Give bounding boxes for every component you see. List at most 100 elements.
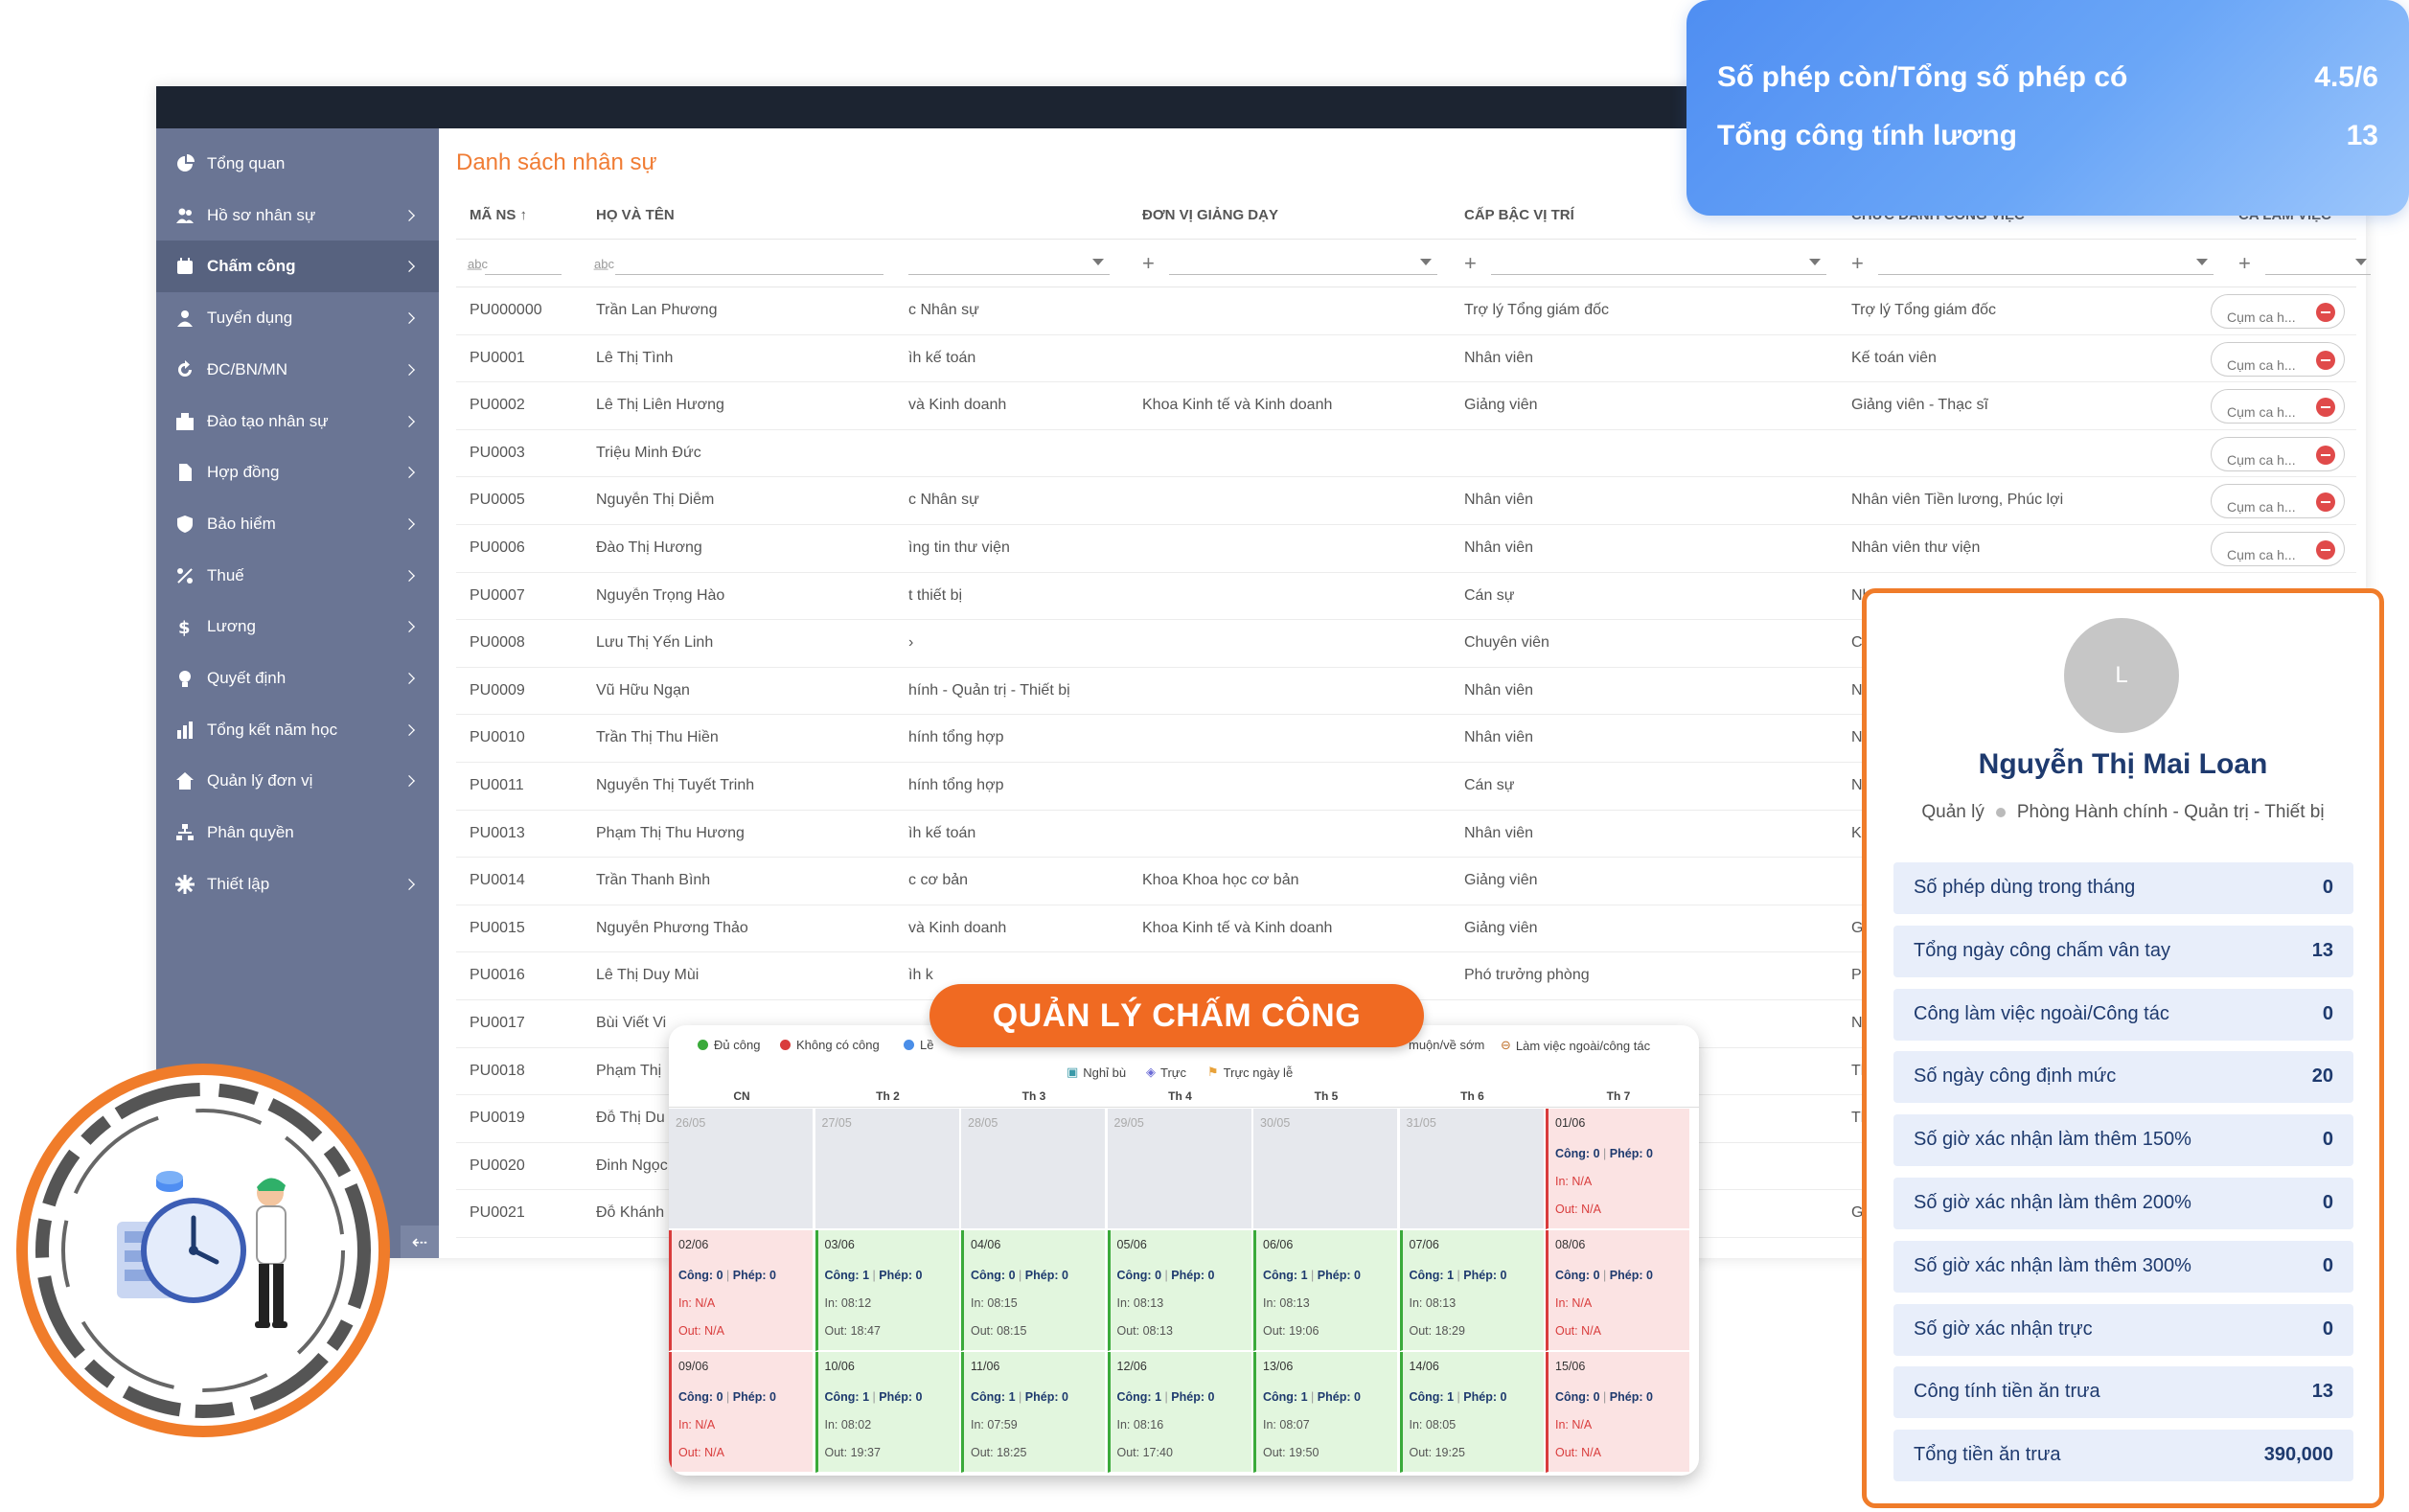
shift-select[interactable]: Cụm ca h... xyxy=(2211,532,2345,566)
sidebar-item-9[interactable]: $ Lương xyxy=(156,601,439,653)
col-header-ma-ns[interactable]: MÃ NS ↑ xyxy=(470,207,527,223)
filter-ma-ns-input[interactable] xyxy=(485,274,562,275)
filter-chuc-danh-dropdown-icon[interactable] xyxy=(2196,259,2208,265)
table-row[interactable]: PU0002 Lê Thị Liên Hương và Kinh doanh Khoa… xyxy=(456,382,2356,430)
filter-cap-bac-input[interactable] xyxy=(1491,274,1826,275)
sort-asc-icon[interactable]: ↑ xyxy=(520,207,528,223)
filter-don-vi-input[interactable] xyxy=(1169,274,1437,275)
weekday-label: Th 5 xyxy=(1314,1089,1339,1103)
calendar-day-cell[interactable]: 05/06 Công: 0 | Phép: 0 In: 08:13 Out: 08:1… xyxy=(1107,1230,1252,1351)
day-check-in: In: N/A xyxy=(1555,1175,1593,1188)
calendar-day-cell[interactable]: 08/06 Công: 0 | Phép: 0 In: N/A Out: N/A xyxy=(1546,1230,1690,1351)
shift-select[interactable]: Cụm ca h... xyxy=(2211,389,2345,424)
calendar-day-cell[interactable]: 03/06 Công: 1 | Phép: 0 In: 08:12 Out: 18:4… xyxy=(814,1230,960,1351)
sidebar-item-13[interactable]: Phân quyền xyxy=(156,807,439,859)
sidebar-item-12[interactable]: Quản lý đơn vị xyxy=(156,755,439,807)
sidebar-item-14[interactable]: Thiết lập xyxy=(156,859,439,910)
filter-ca-lam-dropdown-icon[interactable] xyxy=(2355,259,2367,265)
refresh-icon xyxy=(173,358,196,381)
shield-small-icon: ◈ xyxy=(1146,1065,1156,1079)
filter-phong-dropdown-icon[interactable] xyxy=(1092,259,1104,265)
stat-label: Số giờ xác nhận trực xyxy=(1914,1317,2093,1340)
sidebar-item-1[interactable]: Hồ sơ nhân sự xyxy=(156,190,439,241)
calendar-day-cell[interactable]: 31/05 xyxy=(1399,1109,1545,1229)
profile-stat-row: Công làm việc ngoài/Công tác 0 xyxy=(1893,988,2353,1041)
calendar-day-cell[interactable]: 13/06 Công: 1 | Phép: 0 In: 08:07 Out: 19:5… xyxy=(1253,1352,1398,1473)
stat-value: 390,000 xyxy=(2263,1444,2333,1466)
cell-chuc_danh: Giảng viên - Thạc sĩ xyxy=(1851,397,1988,414)
table-row[interactable]: PU0006 Đào Thị Hương ìng tin thư viện Nhân … xyxy=(456,525,2356,573)
cell-cap_bac: Nhân viên xyxy=(1464,681,1534,699)
filter-ca-lam-input[interactable] xyxy=(2265,274,2371,275)
stat-value: 0 xyxy=(2322,1192,2333,1213)
sidebar-collapse-button[interactable]: ⇠ xyxy=(401,1226,439,1258)
sidebar-item-6[interactable]: Hợp đồng xyxy=(156,447,439,498)
calendar-day-cell[interactable]: 30/05 xyxy=(1253,1109,1398,1229)
remove-circle-icon[interactable] xyxy=(2316,303,2335,322)
day-check-out: Out: 17:40 xyxy=(1116,1446,1173,1459)
filter-ca-lam-add-icon[interactable]: + xyxy=(2238,251,2251,276)
filter-cap-bac-add-icon[interactable]: + xyxy=(1464,251,1477,276)
filter-cap-bac-dropdown-icon[interactable] xyxy=(1809,259,1821,265)
cell-cap_bac: Nhân viên xyxy=(1464,824,1534,841)
calendar-day-cell[interactable]: 26/05 xyxy=(669,1109,814,1229)
cell-ten: Triệu Minh Đức xyxy=(596,444,701,461)
remove-circle-icon[interactable] xyxy=(2316,350,2335,370)
sidebar-item-10[interactable]: Quyết định xyxy=(156,653,439,704)
calendar-day-cell[interactable]: 04/06 Công: 0 | Phép: 0 In: 08:15 Out: 08:1… xyxy=(961,1230,1106,1351)
day-check-out: Out: 08:13 xyxy=(1116,1324,1173,1338)
table-row[interactable]: PU0003 Triệu Minh Đức Cụm ca h... xyxy=(456,430,2356,478)
shift-select[interactable]: Cụm ca h... xyxy=(2211,484,2345,519)
cell-phong: c Nhân sự xyxy=(908,492,979,509)
table-row[interactable]: PU0005 Nguyễn Thị Diễm c Nhân sự Nhân viên N… xyxy=(456,477,2356,525)
remove-circle-icon[interactable] xyxy=(2316,445,2335,465)
table-row[interactable]: PU000000 Trần Lan Phương c Nhân sự Trợ lý T… xyxy=(456,287,2356,335)
sidebar-item-11[interactable]: Tổng kết năm học xyxy=(156,704,439,756)
sidebar-item-2[interactable]: Chấm công xyxy=(156,241,439,293)
sidebar-item-7[interactable]: Bảo hiểm xyxy=(156,498,439,550)
calendar-day-cell[interactable]: 01/06 Công: 0 | Phép: 0 In: N/A Out: N/A xyxy=(1546,1109,1690,1229)
calendar-day-cell[interactable]: 12/06 Công: 1 | Phép: 0 In: 08:16 Out: 17:4… xyxy=(1107,1352,1252,1473)
day-check-out: Out: N/A xyxy=(1555,1324,1601,1338)
col-header-cap-bac[interactable]: CẤP BẬC VỊ TRÍ xyxy=(1464,207,1574,223)
calendar-day-cell[interactable]: 27/05 xyxy=(814,1109,960,1229)
calendar-day-cell[interactable]: 28/05 xyxy=(961,1109,1106,1229)
sidebar-item-4[interactable]: ĐC/BN/MN xyxy=(156,344,439,396)
calendar-day-cell[interactable]: 14/06 Công: 1 | Phép: 0 In: 08:05 Out: 19:2… xyxy=(1399,1352,1545,1473)
sidebar-item-5[interactable]: Đào tạo nhân sự xyxy=(156,396,439,447)
filter-phong-input[interactable] xyxy=(908,274,1110,275)
remove-circle-icon[interactable] xyxy=(2316,493,2335,513)
cell-ma: PU0016 xyxy=(470,967,525,984)
stat-value: 0 xyxy=(2322,877,2333,898)
calendar-day-cell[interactable]: 09/06 Công: 0 | Phép: 0 In: N/A Out: N/A xyxy=(669,1352,814,1473)
filter-ho-ten-input[interactable] xyxy=(615,274,883,275)
table-row[interactable]: PU0001 Lê Thị Tình ìh kế toán Nhân viên Kế t… xyxy=(456,335,2356,383)
remove-circle-icon[interactable] xyxy=(2316,540,2335,560)
calendar-day-cell[interactable]: 11/06 Công: 1 | Phép: 0 In: 07:59 Out: 18:2… xyxy=(961,1352,1106,1473)
filter-chuc-danh-add-icon[interactable]: + xyxy=(1851,251,1864,276)
day-date: 06/06 xyxy=(1263,1238,1294,1251)
col-header-ho-ten[interactable]: HỌ VÀ TÊN xyxy=(596,207,675,223)
gear-icon xyxy=(173,873,196,896)
shift-select[interactable]: Cụm ca h... xyxy=(2211,294,2345,329)
sidebar-item-0[interactable]: Tổng quan xyxy=(156,138,439,190)
col-header-don-vi[interactable]: ĐƠN VỊ GIẢNG DẠY xyxy=(1142,207,1278,223)
calendar-day-cell[interactable]: 06/06 Công: 1 | Phép: 0 In: 08:13 Out: 19:0… xyxy=(1253,1230,1398,1351)
bulb-icon xyxy=(173,667,196,690)
filter-don-vi-add-icon[interactable]: + xyxy=(1142,251,1155,276)
filter-chuc-danh-input[interactable] xyxy=(1878,274,2214,275)
sidebar-item-label: Tổng quan xyxy=(207,154,286,172)
calendar-day-cell[interactable]: 29/05 xyxy=(1107,1109,1252,1229)
shift-select[interactable]: Cụm ca h... xyxy=(2211,436,2345,471)
remove-circle-icon[interactable] xyxy=(2316,398,2335,418)
calendar-day-cell[interactable]: 10/06 Công: 1 | Phép: 0 In: 08:02 Out: 19:3… xyxy=(814,1352,960,1473)
shift-select[interactable]: Cụm ca h... xyxy=(2211,341,2345,377)
calendar-day-cell[interactable]: 07/06 Công: 1 | Phép: 0 In: 08:13 Out: 18:2… xyxy=(1399,1230,1545,1351)
calendar-day-cell[interactable]: 02/06 Công: 0 | Phép: 0 In: N/A Out: N/A xyxy=(669,1230,814,1351)
sidebar-item-3[interactable]: Tuyển dụng xyxy=(156,292,439,344)
cell-cap_bac: Cán sự xyxy=(1464,586,1515,604)
sidebar-item-8[interactable]: Thuế xyxy=(156,550,439,602)
calendar-day-cell[interactable]: 15/06 Công: 0 | Phép: 0 In: N/A Out: N/A xyxy=(1546,1352,1690,1473)
filter-don-vi-dropdown-icon[interactable] xyxy=(1420,259,1432,265)
day-check-out: Out: N/A xyxy=(1555,1446,1601,1459)
